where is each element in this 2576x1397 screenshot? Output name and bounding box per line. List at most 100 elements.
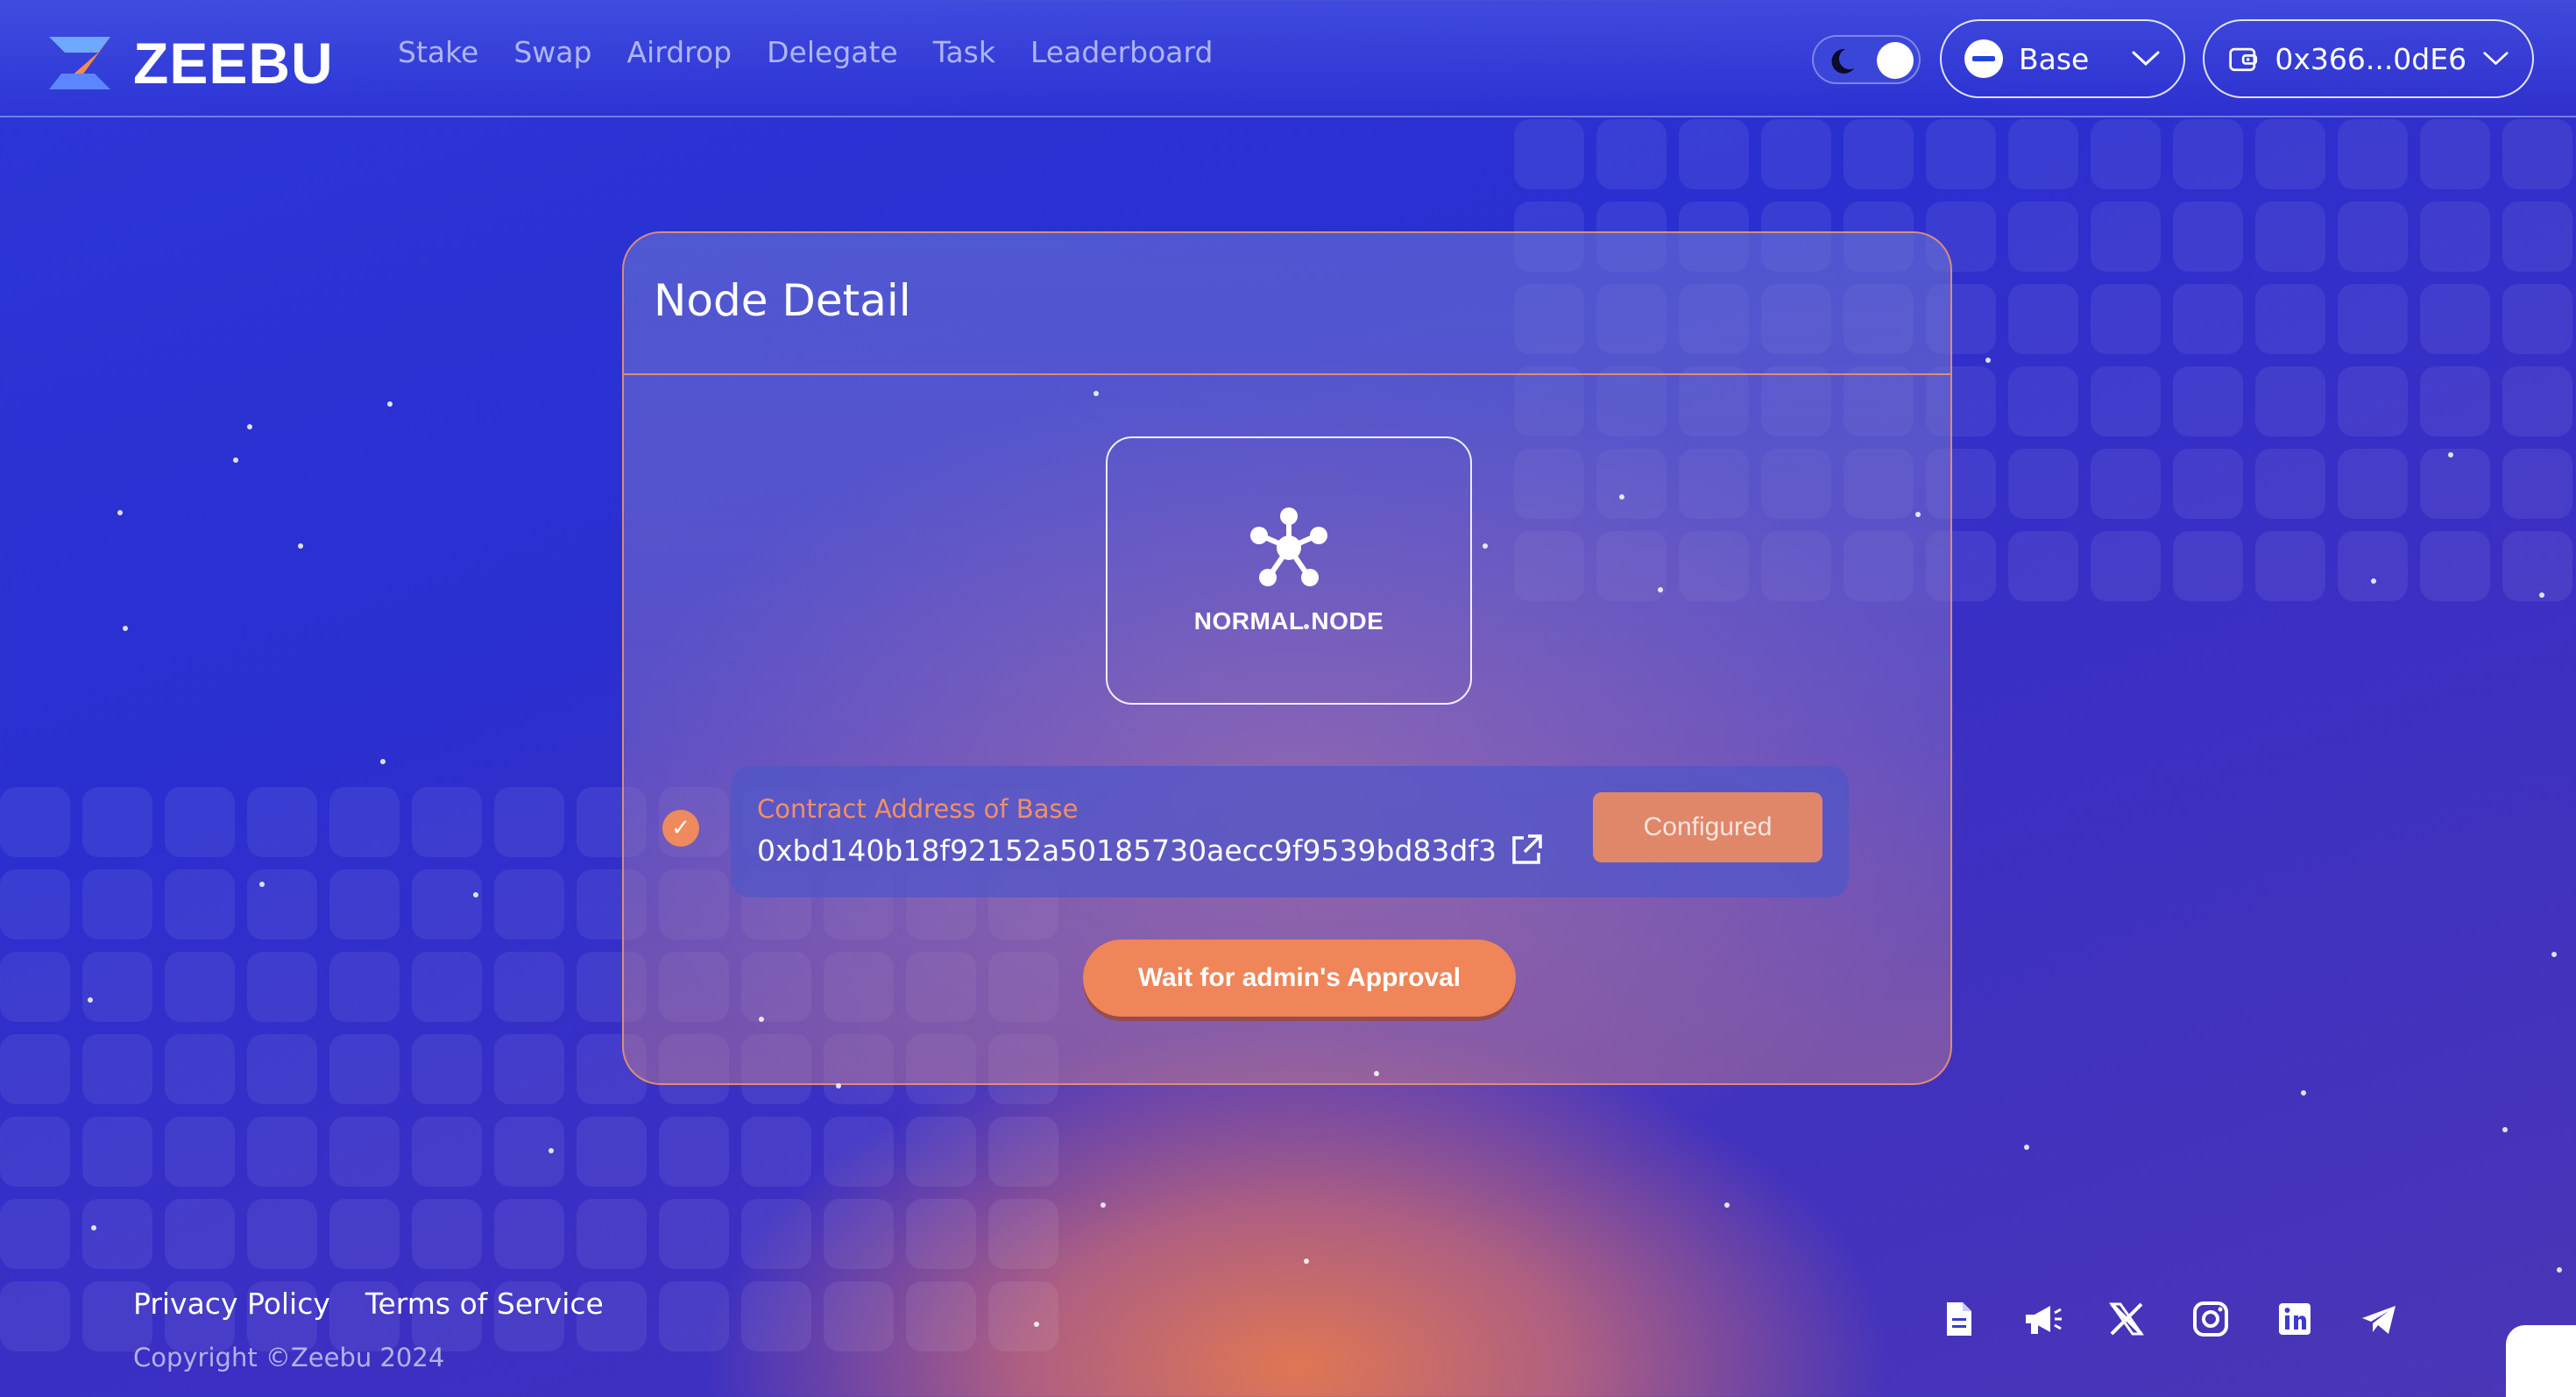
- nav-delegate[interactable]: Delegate: [767, 35, 898, 69]
- background-star: [1724, 1202, 1730, 1208]
- background-tile: [412, 952, 482, 1022]
- background-tile: [2008, 366, 2078, 436]
- background-tile: [2502, 284, 2572, 354]
- background-tile: [2255, 202, 2325, 272]
- telegram-icon[interactable]: [2359, 1299, 2399, 1339]
- background-tile: [577, 1117, 647, 1187]
- nav-airdrop[interactable]: Airdrop: [626, 35, 732, 69]
- top-navbar: ZEEBU Stake Swap Airdrop Delegate Task L…: [0, 0, 2576, 117]
- background-tile: [329, 1034, 400, 1104]
- background-star: [2371, 578, 2376, 584]
- background-tile: [2173, 284, 2243, 354]
- background-tile: [2173, 449, 2243, 519]
- background-tile: [2420, 119, 2490, 189]
- background-tile: [2502, 366, 2572, 436]
- x-icon[interactable]: [2106, 1299, 2147, 1339]
- privacy-policy-link[interactable]: Privacy Policy: [133, 1287, 330, 1321]
- background-tile: [2338, 284, 2408, 354]
- background-tile: [2091, 202, 2161, 272]
- background-tile: [2502, 119, 2572, 189]
- background-tile: [2420, 531, 2490, 601]
- wait-approval-button[interactable]: Wait for admin's Approval: [1083, 940, 1516, 1017]
- background-tile: [412, 1117, 482, 1187]
- background-star: [247, 424, 252, 429]
- background-tile: [82, 1199, 152, 1269]
- contract-address[interactable]: 0xbd140b18f92152a50185730aecc9f9539bd83d…: [757, 833, 1497, 868]
- background-tile: [2420, 449, 2490, 519]
- contract-label: Contract Address of Base: [757, 794, 1079, 824]
- theme-toggle[interactable]: [1812, 35, 1921, 84]
- background-tile: [412, 787, 482, 857]
- background-tile: [494, 787, 564, 857]
- wallet-address: 0x366...0dE6: [2275, 41, 2467, 76]
- megaphone-icon[interactable]: [2022, 1299, 2063, 1339]
- wallet-icon: [2229, 47, 2258, 72]
- background-tile: [2008, 202, 2078, 272]
- background-star: [548, 1148, 554, 1153]
- background-tile: [659, 1199, 729, 1269]
- background-tile: [988, 1199, 1058, 1269]
- card-title: Node Detail: [654, 275, 911, 326]
- background-tile: [2338, 531, 2408, 601]
- external-link-icon[interactable]: [1509, 833, 1544, 868]
- background-tile: [1844, 119, 1914, 189]
- background-tile: [2338, 366, 2408, 436]
- nav-leaderboard[interactable]: Leaderboard: [1030, 35, 1213, 69]
- nav-swap[interactable]: Swap: [513, 35, 591, 69]
- background-tile: [2008, 531, 2078, 601]
- configured-button[interactable]: Configured: [1593, 792, 1822, 862]
- background-star: [2557, 1267, 2562, 1273]
- background-tile: [1761, 119, 1831, 189]
- background-tile: [2173, 531, 2243, 601]
- background-tile: [577, 1199, 647, 1269]
- background-tile: [0, 1034, 70, 1104]
- social-links: [1938, 1299, 2399, 1339]
- background-star: [259, 882, 265, 887]
- background-tile: [2502, 449, 2572, 519]
- node-type-label: NORMAL NODE: [1193, 607, 1384, 635]
- background-tile: [2091, 449, 2161, 519]
- background-tile: [247, 1034, 317, 1104]
- background-tile: [412, 1034, 482, 1104]
- background-star: [1093, 391, 1099, 396]
- document-icon[interactable]: [1938, 1299, 1978, 1339]
- node-type-tile: NORMAL NODE: [1106, 436, 1472, 705]
- background-tile: [165, 1034, 235, 1104]
- background-tile: [741, 1199, 811, 1269]
- background-tile: [82, 952, 152, 1022]
- terms-of-service-link[interactable]: Terms of Service: [365, 1287, 604, 1321]
- zeebu-logo-icon: [49, 37, 110, 89]
- background-star: [2448, 452, 2453, 457]
- wallet-button[interactable]: 0x366...0dE6: [2203, 19, 2534, 98]
- background-tile: [2502, 531, 2572, 601]
- network-selector[interactable]: Base: [1940, 19, 2185, 98]
- nav-task[interactable]: Task: [933, 35, 995, 69]
- instagram-icon[interactable]: [2190, 1299, 2231, 1339]
- chevron-down-icon: [2483, 52, 2509, 66]
- background-tile: [165, 869, 235, 940]
- background-tile: [247, 1117, 317, 1187]
- background-tile: [2255, 449, 2325, 519]
- background-tile: [494, 1034, 564, 1104]
- background-tile: [165, 787, 235, 857]
- background-tile: [741, 1281, 811, 1351]
- nav-stake[interactable]: Stake: [398, 35, 478, 69]
- linkedin-icon[interactable]: [2275, 1299, 2315, 1339]
- background-star: [759, 1017, 764, 1022]
- background-tile: [906, 1281, 976, 1351]
- background-tile: [0, 1199, 70, 1269]
- background-tile: [329, 952, 400, 1022]
- toggle-knob: [1877, 42, 1914, 79]
- chat-widget[interactable]: [2506, 1325, 2576, 1397]
- brand-logo[interactable]: ZEEBU: [46, 30, 334, 96]
- background-tile: [2008, 119, 2078, 189]
- background-star: [1374, 1071, 1379, 1076]
- background-tile: [494, 1117, 564, 1187]
- background-star: [1304, 1259, 1309, 1264]
- background-tile: [2420, 202, 2490, 272]
- background-tile: [988, 1281, 1058, 1351]
- background-tile: [2502, 202, 2572, 272]
- background-tile: [82, 1034, 152, 1104]
- background-tile: [329, 1117, 400, 1187]
- background-tile: [247, 1199, 317, 1269]
